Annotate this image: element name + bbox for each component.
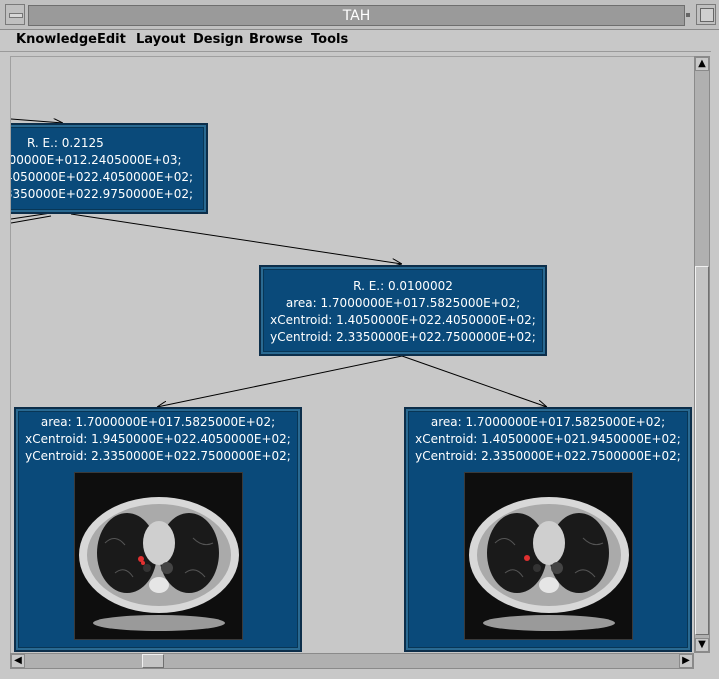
node-line: 000000E+012.2405000E+03; bbox=[10, 153, 182, 167]
node-line: xCentroid: 1.4050000E+021.9450000E+02; bbox=[415, 432, 681, 446]
node-line: area: 1.7000000E+017.5825000E+02; bbox=[430, 415, 666, 429]
maximize-icon[interactable] bbox=[696, 4, 716, 25]
node-line: xCentroid: 1.4050000E+022.4050000E+02; bbox=[270, 313, 536, 327]
node-line: yCentroid: 2.3350000E+022.7500000E+02; bbox=[415, 449, 681, 463]
menu-knowledge[interactable]: Knowledge bbox=[16, 32, 97, 47]
arrow-up-icon[interactable]: ▲ bbox=[695, 57, 709, 71]
title-bar-drag-area[interactable]: TAH bbox=[28, 5, 685, 26]
window-border bbox=[711, 30, 719, 679]
ct-scan-image bbox=[464, 472, 633, 640]
node-line: xCentroid: 1.9450000E+022.4050000E+02; bbox=[25, 432, 291, 446]
menu-bar: Knowledge Edit Layout Design Browse Tool… bbox=[0, 30, 719, 52]
node-line: area: 1.7000000E+017.5825000E+02; bbox=[40, 415, 276, 429]
minimize-icon[interactable] bbox=[683, 4, 695, 25]
edge-partial-center bbox=[70, 213, 402, 264]
node-line: yCentroid: 2.3350000E+022.7500000E+02; bbox=[25, 449, 291, 463]
window-title: TAH bbox=[342, 8, 371, 24]
vertical-scroll-thumb[interactable] bbox=[695, 266, 709, 635]
tree-node-center[interactable]: R. E.: 0.0100002 area: 1.7000000E+017.58… bbox=[259, 265, 547, 356]
arrow-right-icon[interactable]: ▶ bbox=[679, 654, 693, 668]
node-line: area: 1.7000000E+017.5825000E+02; bbox=[285, 296, 521, 310]
menu-browse[interactable]: Browse bbox=[249, 32, 303, 47]
arrow-left-icon[interactable]: ◀ bbox=[11, 654, 25, 668]
menu-edit[interactable]: Edit bbox=[97, 32, 126, 47]
node-line: R. E.: 0.2125 bbox=[27, 136, 104, 150]
horizontal-scrollbar[interactable]: ◀ ▶ bbox=[10, 653, 694, 669]
vertical-scrollbar[interactable]: ▲ ▼ bbox=[694, 56, 710, 653]
tree-canvas[interactable]: R. E.: 0.2125 000000E+012.2405000E+03; .… bbox=[10, 56, 695, 654]
tree-node-partial[interactable]: R. E.: 0.2125 000000E+012.2405000E+03; .… bbox=[10, 123, 208, 214]
ct-scan-lungs-icon bbox=[465, 473, 632, 639]
edge-center-left bbox=[157, 355, 403, 407]
node-line: .3350000E+022.9750000E+02; bbox=[10, 187, 194, 201]
arrow-down-icon[interactable]: ▼ bbox=[695, 638, 709, 652]
ct-scan-image bbox=[74, 472, 243, 640]
window-menu-icon[interactable] bbox=[5, 4, 25, 25]
menu-design[interactable]: Design bbox=[193, 32, 243, 47]
node-line: yCentroid: 2.3350000E+022.7500000E+02; bbox=[270, 330, 536, 344]
node-line: R. E.: 0.0100002 bbox=[353, 279, 453, 293]
menu-layout[interactable]: Layout bbox=[136, 32, 186, 47]
ct-scan-lungs-icon bbox=[75, 473, 242, 639]
horizontal-scroll-thumb[interactable] bbox=[142, 654, 164, 668]
title-bar[interactable]: TAH bbox=[0, 0, 719, 30]
node-line: .4050000E+022.4050000E+02; bbox=[10, 170, 194, 184]
menu-tools[interactable]: Tools bbox=[311, 32, 348, 47]
tree-node-leaf-left[interactable]: area: 1.7000000E+017.5825000E+02; xCentr… bbox=[14, 407, 302, 652]
edge-center-right bbox=[401, 355, 547, 407]
edge-incoming-bottom-b bbox=[11, 215, 52, 224]
tree-node-leaf-right[interactable]: area: 1.7000000E+017.5825000E+02; xCentr… bbox=[404, 407, 692, 652]
